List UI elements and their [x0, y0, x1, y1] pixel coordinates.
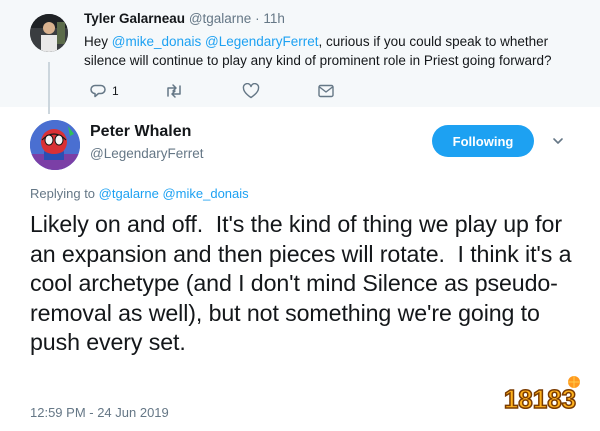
direct-message-button[interactable] — [318, 82, 334, 100]
reply-button[interactable]: 1 — [90, 82, 119, 100]
mention-link[interactable]: @mike_donais — [112, 34, 202, 49]
site-watermark-logo: 18183 — [490, 372, 590, 416]
reply-count: 1 — [112, 84, 119, 98]
replying-mention[interactable]: @tgalarne — [99, 186, 159, 201]
chevron-down-icon — [553, 138, 563, 144]
envelope-icon — [318, 84, 334, 98]
parent-tweet-header: Tyler Galarneau @tgalarne · 11h — [84, 11, 285, 26]
heart-icon — [242, 83, 260, 99]
parent-text-before: Hey — [84, 34, 112, 49]
replying-to-line: Replying to @tgalarne @mike_donais — [30, 186, 249, 201]
avatar-main[interactable] — [30, 120, 80, 170]
thread-connector-line — [48, 62, 50, 114]
replying-mention[interactable]: @mike_donais — [162, 186, 248, 201]
avatar-main-art — [30, 120, 80, 170]
parent-time[interactable]: 11h — [263, 11, 285, 26]
tweet-timestamp[interactable]: 12:59 PM - 24 Jun 2019 — [30, 405, 169, 420]
parent-tweet-text: Hey @mike_donais @LegendaryFerret, curio… — [84, 32, 574, 70]
main-tweet-text: Likely on and off. It's the kind of thin… — [30, 211, 578, 355]
avatar-parent-photo — [30, 14, 68, 52]
watermark-logo-icon: 18183 — [503, 376, 580, 415]
following-button[interactable]: Following — [432, 125, 534, 157]
mention-link[interactable]: @LegendaryFerret — [205, 34, 319, 49]
retweet-icon — [167, 84, 181, 98]
avatar-parent[interactable] — [30, 14, 68, 52]
like-button[interactable] — [242, 82, 260, 100]
watermark-logo-text: 18183 — [504, 384, 576, 414]
main-display-name[interactable]: Peter Whalen — [90, 123, 191, 141]
main-handle[interactable]: @LegendaryFerret — [90, 146, 204, 161]
retweet-button[interactable] — [164, 82, 184, 100]
replying-prefix: Replying to — [30, 186, 99, 201]
parent-display-name[interactable]: Tyler Galarneau — [84, 11, 185, 26]
reply-icon — [90, 84, 106, 98]
parent-handle[interactable]: @tgalarne — [189, 11, 252, 26]
header-separator: · — [255, 11, 260, 26]
more-options-button[interactable] — [551, 134, 565, 148]
